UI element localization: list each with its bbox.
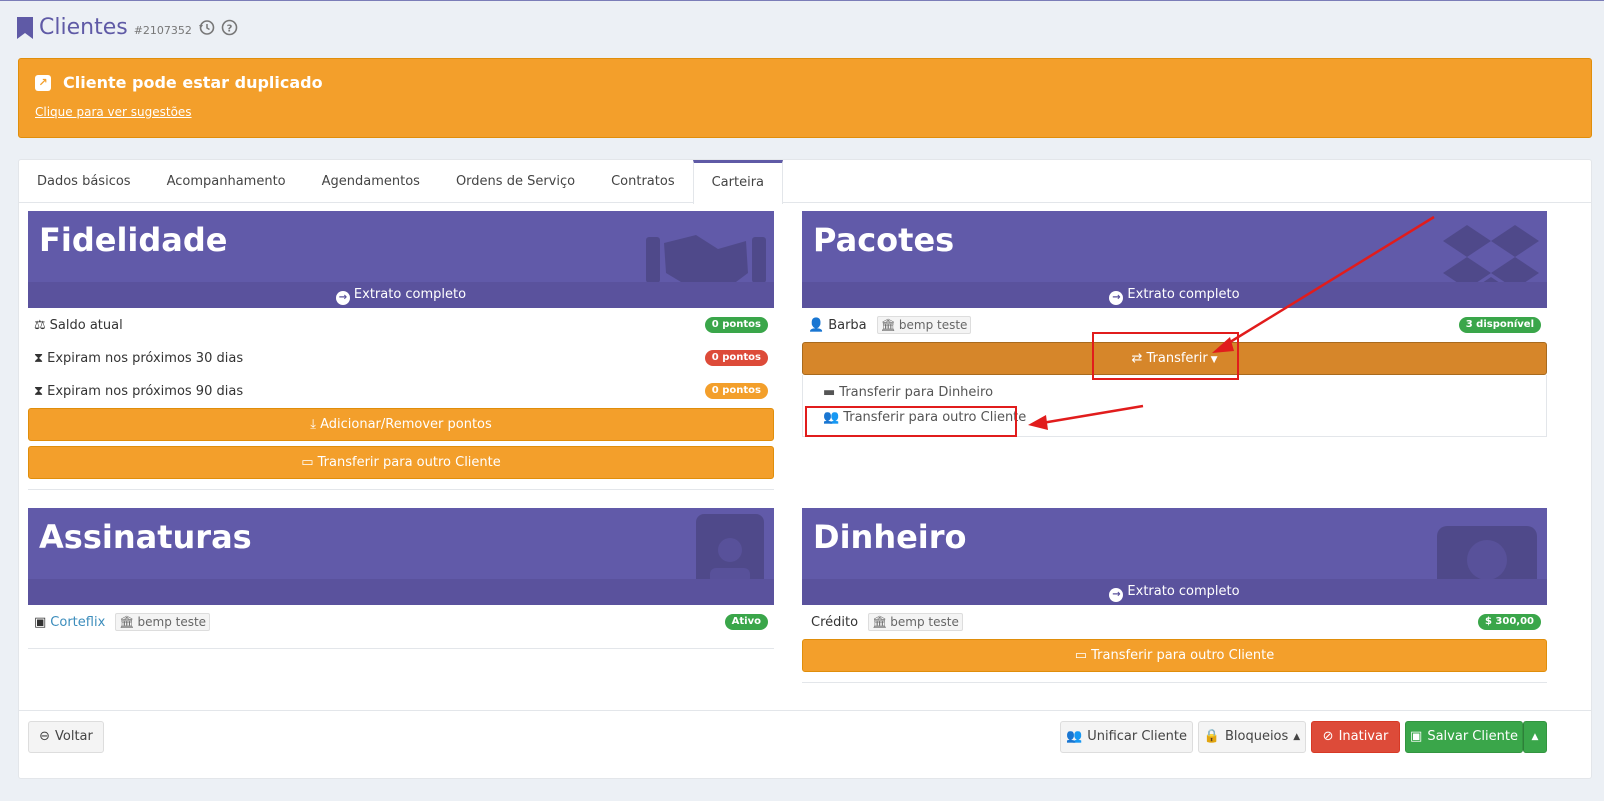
arrow-circle-right-icon: → bbox=[335, 291, 350, 305]
tab-dados-basicos[interactable]: Dados básicos bbox=[19, 160, 149, 202]
tab-bar: Dados básicos Acompanhamento Agendamento… bbox=[19, 160, 1591, 204]
svg-text:?: ? bbox=[227, 24, 233, 35]
caret-up-icon: ▲ bbox=[1531, 732, 1539, 742]
external-link-icon: ↗ bbox=[35, 74, 51, 91]
tab-carteira[interactable]: Carteira bbox=[692, 160, 784, 204]
assinaturas-card: Assinaturas ▣ Corteflix 🏛 bemp teste Ativ… bbox=[28, 508, 774, 650]
back-button[interactable]: ⊖ Voltar bbox=[28, 721, 104, 753]
dinheiro-title: Dinheiro bbox=[813, 518, 967, 556]
eye-slash-icon: ⊘ bbox=[1322, 729, 1334, 744]
balance-scale-icon: ⚖ bbox=[34, 317, 46, 333]
list-item: ⧗ Expiram nos próximos 30 dias 0 pontos bbox=[28, 347, 774, 369]
fidelidade-extrato-link[interactable]: → Extrato completo bbox=[28, 282, 774, 308]
status-badge: 0 pontos bbox=[704, 317, 768, 333]
unify-client-button[interactable]: 👥 Unificar Cliente bbox=[1060, 721, 1193, 753]
user-cog-icon: 👤 bbox=[808, 317, 825, 333]
save-options-toggle[interactable]: ▲ bbox=[1523, 721, 1547, 753]
tab-agendamentos[interactable]: Agendamentos bbox=[304, 160, 438, 202]
tab-ordens-servico[interactable]: Ordens de Serviço bbox=[438, 160, 593, 202]
add-remove-points-button[interactable]: ⤓ Adicionar/Remover pontos bbox=[28, 408, 774, 441]
suggestions-link[interactable]: Clique para ver sugestões bbox=[35, 105, 192, 119]
history-icon[interactable] bbox=[198, 19, 215, 36]
fidelidade-transfer-button[interactable]: ▭ Transferir para outro Cliente bbox=[28, 446, 774, 479]
arrow-circle-left-icon: ⊖ bbox=[39, 729, 51, 744]
list-item: ⧗ Expiram nos próximos 90 dias 0 pontos bbox=[28, 380, 774, 402]
subscription-link[interactable]: Corteflix bbox=[50, 615, 105, 630]
dinheiro-card: Dinheiro → Extrato completo Crédito 🏛 bemp… bbox=[802, 508, 1547, 684]
dinheiro-transfer-button[interactable]: ▭ Transferir para outro Cliente bbox=[802, 639, 1547, 672]
page-header: Clientes #2107352 ? bbox=[17, 15, 238, 40]
duplicate-alert: ↗ Cliente pode estar duplicado Clique pa… bbox=[18, 58, 1592, 138]
client-code: #2107352 bbox=[133, 24, 192, 37]
bookmark-icon bbox=[17, 16, 33, 39]
bank-icon: 🏛 bbox=[880, 318, 896, 332]
status-badge: Ativo bbox=[724, 614, 768, 630]
bank-icon: 🏛 bbox=[872, 615, 888, 629]
package-name: Barba bbox=[828, 317, 867, 333]
hand-holding-icon: ⤓ bbox=[310, 417, 321, 432]
caret-up-icon: ▲ bbox=[1293, 732, 1301, 742]
unit-tag: 🏛 bemp teste bbox=[868, 613, 963, 631]
help-icon[interactable]: ? bbox=[221, 19, 238, 36]
pacotes-extrato-link[interactable]: → Extrato completo bbox=[802, 282, 1547, 308]
wallet-icon: ▭ bbox=[301, 455, 318, 470]
list-item: ▣ Corteflix 🏛 bemp teste Ativo bbox=[28, 611, 774, 633]
client-panel: Dados básicos Acompanhamento Agendamento… bbox=[18, 159, 1592, 779]
status-badge: 0 pontos bbox=[704, 383, 768, 399]
save-icon: ▣ bbox=[1410, 729, 1423, 744]
fidelidade-card: Fidelidade → Extrato completo ⚖ Saldo atu… bbox=[28, 211, 774, 491]
tab-acompanhamento[interactable]: Acompanhamento bbox=[149, 160, 304, 202]
credit-label: Crédito bbox=[811, 614, 859, 630]
bank-icon: 🏛 bbox=[119, 615, 135, 629]
status-badge: 0 pontos bbox=[704, 350, 768, 366]
id-badge-icon: ▣ bbox=[34, 614, 47, 630]
arrow-circle-right-icon: → bbox=[1109, 291, 1124, 305]
status-badge: 3 disponível bbox=[1458, 317, 1541, 333]
tab-contratos[interactable]: Contratos bbox=[593, 160, 693, 202]
unit-tag: 🏛 bemp teste bbox=[115, 613, 211, 631]
dinheiro-extrato-link[interactable]: → Extrato completo bbox=[802, 579, 1547, 605]
pacotes-title: Pacotes bbox=[813, 221, 955, 259]
fidelidade-title: Fidelidade bbox=[39, 221, 228, 259]
menu-item-transfer-money[interactable]: ▬ Transferir para Dinheiro bbox=[823, 385, 993, 400]
list-item: ⚖ Saldo atual 0 pontos bbox=[28, 314, 774, 336]
users-icon: 👥 bbox=[1066, 729, 1083, 744]
alert-title: Cliente pode estar duplicado bbox=[63, 73, 323, 92]
hourglass-icon: ⧗ bbox=[34, 350, 44, 366]
blocks-button[interactable]: 🔒 Bloqueios ▲ bbox=[1198, 721, 1306, 753]
page-title: Clientes bbox=[39, 15, 128, 40]
wallet-icon: ▭ bbox=[1074, 648, 1092, 663]
deactivate-button[interactable]: ⊘ Inativar bbox=[1311, 721, 1400, 753]
balance-badge: $ 300,00 bbox=[1477, 614, 1541, 630]
annotation-box-menu-item bbox=[805, 406, 1017, 437]
save-client-button[interactable]: ▣ Salvar Cliente bbox=[1405, 721, 1523, 753]
unit-tag: 🏛 bemp teste bbox=[876, 316, 972, 334]
assinaturas-title: Assinaturas bbox=[39, 518, 252, 556]
lock-icon: 🔒 bbox=[1203, 729, 1220, 744]
wallet-icon: ▬ bbox=[823, 385, 836, 400]
list-item: Crédito 🏛 bemp teste $ 300,00 bbox=[802, 611, 1547, 633]
arrow-circle-right-icon: → bbox=[1109, 588, 1124, 602]
annotation-box-transfer bbox=[1092, 332, 1239, 380]
hourglass-icon: ⧗ bbox=[34, 383, 44, 399]
